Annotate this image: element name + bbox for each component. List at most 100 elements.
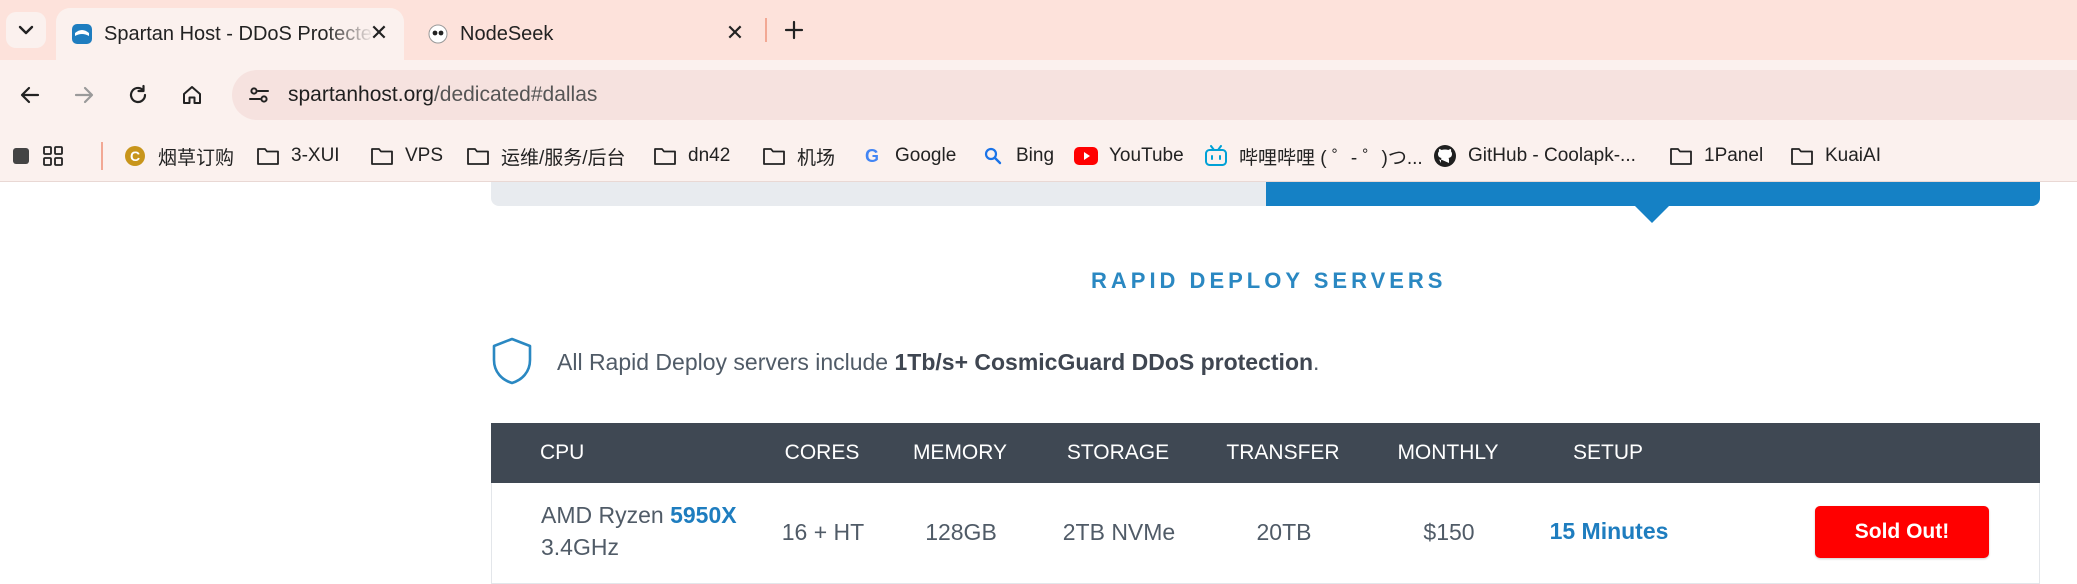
browser-tab-strip: Spartan Host - DDoS Protected ✕ NodeSeek… bbox=[0, 0, 2077, 60]
folder-icon bbox=[369, 143, 395, 169]
bookmark-label: 运维/服务/后台 bbox=[501, 147, 626, 169]
active-tab-pointer bbox=[1634, 205, 1670, 223]
back-button[interactable] bbox=[12, 77, 48, 113]
bookmark-item[interactable]: KuaiAI bbox=[1789, 138, 1881, 174]
github-icon bbox=[1432, 143, 1458, 169]
header-setup: SETUP bbox=[1572, 441, 1643, 464]
notice-prefix: All Rapid Deploy servers include bbox=[557, 349, 895, 375]
tab-title: Spartan Host - DDoS Protected bbox=[104, 23, 374, 45]
bookmark-label: 机场 bbox=[797, 147, 836, 169]
section-title: RAPID DEPLOY SERVERS bbox=[1091, 268, 1447, 293]
home-icon bbox=[183, 86, 201, 104]
new-tab-button[interactable] bbox=[776, 12, 812, 48]
folder-icon bbox=[1668, 143, 1694, 169]
bookmark-item[interactable]: G Google bbox=[859, 138, 956, 174]
cores-value: 16 + HT bbox=[781, 519, 865, 545]
header-cpu: CPU bbox=[540, 441, 585, 464]
bookmark-item[interactable]: Bing bbox=[980, 138, 1054, 174]
cpu-brand: AMD Ryzen bbox=[541, 502, 671, 528]
svg-text:C: C bbox=[130, 148, 140, 164]
url-host: spartanhost.org bbox=[288, 83, 434, 106]
chevron-down-icon bbox=[18, 25, 34, 35]
transfer-value: 20TB bbox=[1256, 519, 1312, 545]
url-path: /dedicated#dallas bbox=[433, 83, 598, 106]
location-tab-active[interactable] bbox=[1266, 182, 2040, 206]
ddos-notice: All Rapid Deploy servers include 1Tb/s+ … bbox=[557, 349, 1319, 376]
arrow-left-icon bbox=[20, 86, 40, 104]
bookmark-label: VPS bbox=[405, 145, 444, 166]
url-text[interactable]: spartanhost.org/dedicated#dallas bbox=[288, 83, 597, 107]
header-monthly: MONTHLY bbox=[1397, 441, 1499, 464]
bookmark-item[interactable]: C 烟草订购 bbox=[122, 138, 234, 174]
bing-icon bbox=[980, 143, 1006, 169]
home-button[interactable] bbox=[174, 77, 210, 113]
google-icon: G bbox=[859, 143, 885, 169]
bookmark-apps-grid[interactable] bbox=[40, 138, 76, 174]
bookmark-item[interactable]: 机场 bbox=[761, 138, 835, 174]
table-row: AMD Ryzen 5950X 3.4GHz 16 + HT 128GB 2TB… bbox=[491, 483, 2040, 584]
tab-nodeseek[interactable]: NodeSeek ✕ bbox=[412, 8, 760, 60]
bookmark-item[interactable]: GitHub - Coolapk-... bbox=[1432, 138, 1636, 174]
storage-value: 2TB NVMe bbox=[1062, 519, 1176, 545]
square-icon bbox=[8, 143, 34, 169]
smoke-icon: C bbox=[122, 143, 148, 169]
arrow-right-icon bbox=[74, 86, 94, 104]
bookmark-label: Google bbox=[895, 145, 957, 166]
sold-out-button[interactable]: Sold Out! bbox=[1815, 506, 1989, 558]
close-icon[interactable]: ✕ bbox=[722, 20, 748, 46]
spartan-favicon-icon bbox=[70, 22, 94, 46]
header-storage: STORAGE bbox=[1066, 441, 1170, 464]
page-content: RAPID DEPLOY SERVERS All Rapid Deploy se… bbox=[0, 182, 2077, 584]
bookmark-label: KuaiAI bbox=[1825, 145, 1881, 166]
setup-time: 15 Minutes bbox=[1549, 518, 1669, 544]
tab-spartan-host[interactable]: Spartan Host - DDoS Protected ✕ bbox=[56, 8, 404, 60]
bookmark-item[interactable]: 3-XUI bbox=[255, 138, 340, 174]
bookmark-item[interactable]: 1Panel bbox=[1668, 138, 1763, 174]
shield-icon bbox=[492, 337, 532, 385]
bookmark-divider bbox=[101, 142, 103, 170]
bookmark-item[interactable]: 运维/服务/后台 bbox=[465, 138, 626, 174]
address-bar[interactable]: spartanhost.org/dedicated#dallas bbox=[232, 70, 2077, 120]
grid-icon bbox=[40, 143, 66, 169]
bookmark-item[interactable]: VPS bbox=[369, 138, 443, 174]
bookmark-label: 1Panel bbox=[1704, 145, 1764, 166]
reload-button[interactable] bbox=[120, 77, 156, 113]
table-header: CPU CORES MEMORY STORAGE TRANSFER MONTHL… bbox=[491, 423, 2040, 483]
bookmark-item[interactable]: YouTube bbox=[1073, 138, 1184, 174]
memory-value: 128GB bbox=[925, 519, 997, 545]
folder-icon bbox=[761, 143, 787, 169]
notice-strong: 1Tb/s+ CosmicGuard DDoS protection bbox=[894, 349, 1314, 375]
bookmark-apps-square[interactable] bbox=[8, 138, 44, 174]
bookmark-label: YouTube bbox=[1109, 145, 1184, 166]
tab-search-button[interactable] bbox=[6, 12, 46, 48]
header-cores: CORES bbox=[784, 441, 860, 464]
tab-title: NodeSeek bbox=[460, 23, 554, 45]
bookmark-label: dn42 bbox=[688, 145, 731, 166]
bookmark-label: Bing bbox=[1016, 145, 1055, 166]
header-transfer: TRANSFER bbox=[1226, 441, 1340, 464]
bookmark-label: 3-XUI bbox=[291, 145, 340, 166]
bookmarks-bar: C 烟草订购 3-XUI VPS 运维/服务/后台 dn42 机场 G Goog… bbox=[0, 130, 2077, 182]
bookmark-item[interactable]: dn42 bbox=[652, 138, 730, 174]
bookmark-item[interactable]: 哔哩哔哩 ( ゜- ゜)つ... bbox=[1203, 138, 1423, 174]
monthly-price: $150 bbox=[1423, 519, 1475, 545]
folder-icon bbox=[1789, 143, 1815, 169]
folder-icon bbox=[465, 143, 491, 169]
bookmark-label: GitHub - Coolapk-... bbox=[1468, 145, 1636, 166]
youtube-icon bbox=[1073, 143, 1099, 169]
site-settings-icon[interactable] bbox=[246, 82, 272, 108]
servers-table: CPU CORES MEMORY STORAGE TRANSFER MONTHL… bbox=[491, 423, 2040, 584]
bookmark-label: 烟草订购 bbox=[158, 147, 235, 169]
forward-button[interactable] bbox=[66, 77, 102, 113]
bilibili-icon bbox=[1203, 143, 1229, 169]
header-memory: MEMORY bbox=[912, 441, 1008, 464]
notice-suffix: . bbox=[1313, 349, 1320, 375]
close-icon[interactable]: ✕ bbox=[366, 20, 392, 46]
cpu-model: 5950X bbox=[670, 502, 737, 528]
cpu-clock: 3.4GHz bbox=[541, 534, 619, 560]
nodeseek-favicon-icon bbox=[426, 22, 450, 46]
cpu-name: AMD Ryzen 5950X bbox=[541, 502, 737, 529]
location-tab-inactive[interactable] bbox=[491, 182, 1266, 206]
folder-icon bbox=[255, 143, 281, 169]
reload-icon bbox=[129, 84, 147, 104]
